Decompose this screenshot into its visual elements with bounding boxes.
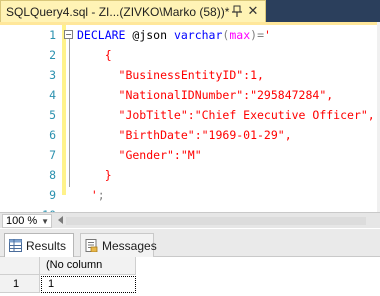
code-token: "Gender":"M" <box>77 148 202 162</box>
code-token: DECLARE <box>77 28 133 42</box>
code-token: { <box>77 48 112 62</box>
code-token: @json <box>132 28 174 42</box>
code-line[interactable]: "Gender":"M" <box>77 145 202 165</box>
code-token: "BirthDate":"1969-01-29", <box>77 128 292 142</box>
code-token: varchar <box>173 28 223 42</box>
line-number: 6 <box>49 128 56 142</box>
line-number: 2 <box>49 48 56 62</box>
row-number[interactable]: 1 <box>0 275 40 293</box>
grid-corner[interactable] <box>0 257 40 275</box>
line-number: 1 <box>49 28 56 42</box>
code-token: "NationalIDNumber":"295847284", <box>77 88 334 102</box>
code-line[interactable]: "JobTitle":"Chief Executive Officer", <box>77 105 375 125</box>
code-line[interactable]: { <box>77 45 112 65</box>
horizontal-scrollbar[interactable] <box>66 217 366 225</box>
document-tab-title: SQLQuery4.sql - ZI...(ZIVKO\Marko (58))* <box>6 4 230 19</box>
code-line[interactable]: "NationalIDNumber":"295847284", <box>77 85 334 105</box>
code-line[interactable]: "BusinessEntityID":1, <box>77 65 264 85</box>
tab-results[interactable]: Results <box>4 233 74 257</box>
code-token: "JobTitle":"Chief Executive Officer", <box>77 108 375 122</box>
zoom-value: 100 % <box>6 215 38 227</box>
code-token: ' <box>264 28 271 42</box>
grid-icon <box>9 239 22 252</box>
line-number: 9 <box>49 188 56 202</box>
code-line[interactable]: '; <box>77 185 105 205</box>
line-number: 4 <box>49 88 56 102</box>
document-tab-bar: SQLQuery4.sql - ZI...(ZIVKO\Marko (58))*… <box>0 0 380 22</box>
results-tab-strip: Results Messages <box>0 229 380 257</box>
code-line[interactable]: "BirthDate":"1969-01-29", <box>77 125 292 145</box>
grid-cell[interactable]: 1 <box>41 276 136 293</box>
line-number: 8 <box>49 168 56 182</box>
line-number: 5 <box>49 108 56 122</box>
scroll-left-icon[interactable] <box>58 216 63 224</box>
line-number-gutter: 1234567891011 <box>0 25 62 242</box>
line-number: 3 <box>49 68 56 82</box>
code-token: max <box>229 28 251 42</box>
tab-results-label: Results <box>26 238 67 253</box>
zoom-strip: 100 % ▼ <box>0 212 380 228</box>
code-line[interactable]: } <box>77 165 112 185</box>
close-icon[interactable]: ✕ <box>246 4 260 19</box>
code-line[interactable]: DECLARE @json varchar(max)=' <box>77 25 271 45</box>
chevron-down-icon[interactable]: ▼ <box>41 215 49 229</box>
messages-icon <box>85 239 98 252</box>
code-token: ; <box>97 188 105 202</box>
pin-icon[interactable] <box>231 5 243 18</box>
document-tab[interactable]: SQLQuery4.sql - ZI...(ZIVKO\Marko (58))*… <box>0 0 266 22</box>
code-token: "BusinessEntityID":1, <box>77 68 264 82</box>
sql-editor[interactable]: 1234567891011 − DECLARE @json varchar(ma… <box>0 22 380 242</box>
code-token: ' <box>77 188 98 202</box>
code-token: } <box>77 168 112 182</box>
outline-rail <box>69 32 70 187</box>
tab-messages-label: Messages <box>102 238 157 253</box>
tab-messages[interactable]: Messages <box>80 233 157 257</box>
results-grid[interactable]: (No column name) 1 1 <box>0 257 380 296</box>
zoom-select[interactable]: 100 % ▼ <box>2 214 52 228</box>
change-tracking-bar <box>62 25 66 195</box>
column-header[interactable]: (No column name) <box>40 257 136 288</box>
code-token: = <box>257 28 264 42</box>
line-number: 7 <box>49 148 56 162</box>
collapse-icon[interactable]: − <box>64 30 73 39</box>
